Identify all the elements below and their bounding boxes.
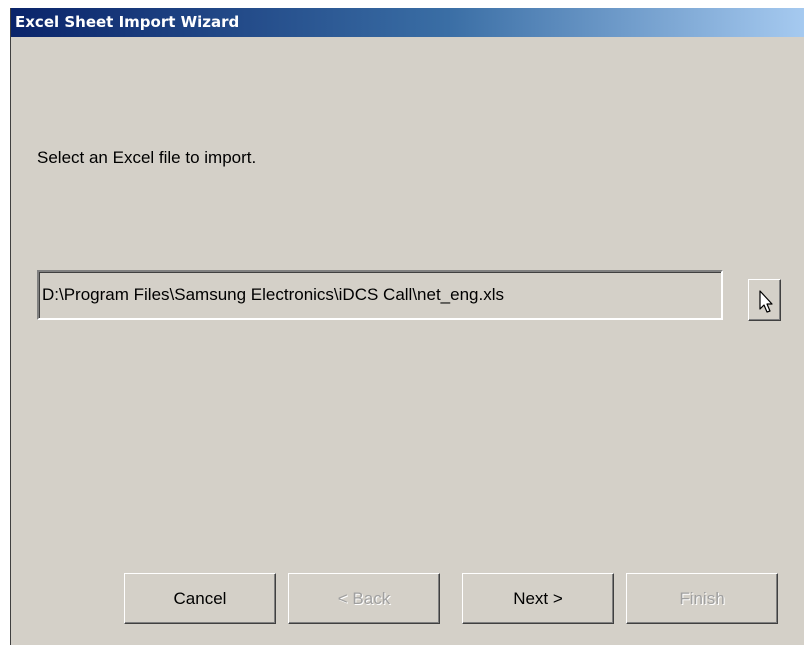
cursor-arrow-icon xyxy=(759,290,773,313)
window-title: Excel Sheet Import Wizard xyxy=(15,13,240,31)
wizard-window: Excel Sheet Import Wizard Select an Exce… xyxy=(10,8,804,645)
cancel-button[interactable]: Cancel xyxy=(124,573,276,624)
finish-button[interactable]: Finish xyxy=(626,573,778,624)
title-bar[interactable]: Excel Sheet Import Wizard xyxy=(11,8,804,37)
next-button[interactable]: Next > xyxy=(462,573,614,624)
back-button[interactable]: < Back xyxy=(288,573,440,624)
file-path-field[interactable] xyxy=(37,270,723,320)
instruction-text: Select an Excel file to import. xyxy=(37,148,257,167)
browse-button[interactable] xyxy=(748,279,781,321)
